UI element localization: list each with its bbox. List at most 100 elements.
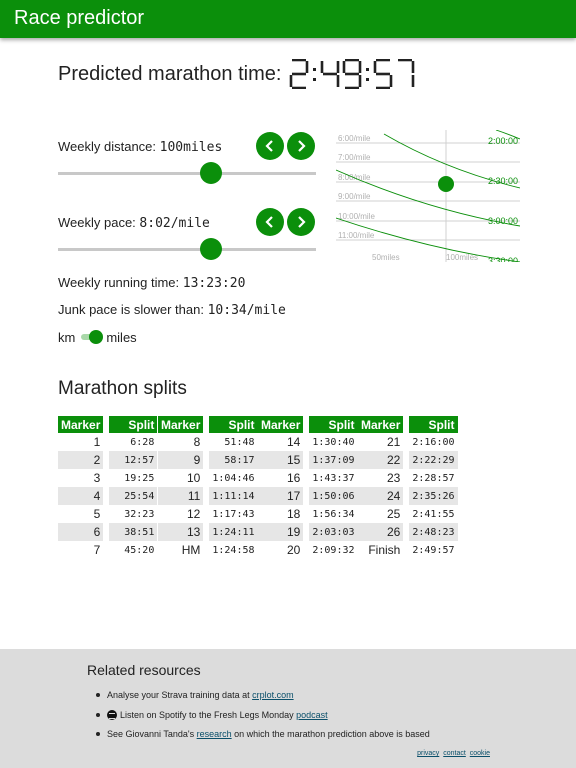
y-tick-label: 11:00/mile (338, 231, 375, 240)
units-toggle-thumb[interactable] (89, 330, 104, 344)
time-colon (364, 59, 371, 89)
split-marker: 26 (358, 523, 404, 541)
podcast-link[interactable]: podcast (296, 710, 328, 720)
cookie-link[interactable]: cookie (470, 750, 490, 757)
split-time: 2:35:26 (409, 487, 458, 505)
pace-row: Weekly pace: 8:02/mile (58, 215, 210, 231)
table-row: 21 2:16:00 (358, 433, 458, 451)
split-marker: 1 (93, 435, 101, 449)
table-row: 18 1:56:34 (258, 505, 358, 523)
split-time: 2:22:29 (409, 451, 458, 469)
pace-slider-track[interactable] (58, 248, 316, 251)
footer: Related resources Analyse your Strava tr… (0, 649, 576, 768)
table-row: 20 2:09:32 (258, 541, 358, 559)
table-row: Finish 2:49:57 (358, 541, 458, 559)
table-row: 10 1:04:46 (158, 469, 258, 487)
app-title: Race predictor (14, 7, 145, 29)
table-row: 12 1:17:43 (158, 505, 258, 523)
table-row: 9 58:17 (158, 451, 258, 469)
distance-increase-button[interactable] (287, 132, 315, 160)
split-time: 12:57 (109, 451, 158, 469)
pace-value: 8:02/mile (139, 216, 210, 231)
crplot-link[interactable]: crplot.com (252, 690, 294, 700)
prediction-chart[interactable]: 6:00/mile7:00/mile8:00/mile9:00/mile10:0… (336, 130, 520, 262)
units-km-label: km (58, 329, 76, 345)
current-prediction-point (438, 176, 454, 192)
split-marker: 4 (58, 487, 104, 505)
split-time: 1:37:09 (309, 451, 358, 469)
series-label: 3:00:00 (488, 216, 518, 226)
split-time: 58:17 (209, 451, 258, 469)
split-marker: 8 (193, 435, 201, 449)
split-marker: 10 (187, 471, 201, 485)
split-header: Split (109, 416, 158, 433)
distance-slider[interactable] (58, 162, 316, 184)
split-time: 1:43:37 (312, 472, 355, 484)
split-time: 1:17:43 (212, 508, 255, 520)
table-row: HM 1:24:58 (158, 541, 258, 559)
splits-table: Marker Split 1 6:28 2 12:57 3 19:25 4 25:54 5 32:23… (58, 416, 158, 559)
time-digit (398, 59, 415, 87)
split-time: 2:41:55 (412, 508, 455, 520)
split-time: 2:03:03 (309, 523, 358, 541)
time-digit (321, 61, 340, 87)
units-toggle[interactable] (79, 330, 104, 344)
split-time: 2:49:57 (412, 544, 455, 556)
split-time: 32:23 (124, 508, 155, 520)
split-marker: 19 (258, 523, 304, 541)
pace-increase-button[interactable] (287, 208, 315, 236)
split-time: 2:09:32 (312, 544, 355, 556)
split-time: 19:25 (124, 472, 155, 484)
split-time: 1:56:34 (312, 508, 355, 520)
splits-table: Marker Split 21 2:16:00 22 2:22:29 23 2:28:57 24… (358, 416, 458, 559)
split-time: 6:28 (130, 436, 155, 448)
pace-decrease-button[interactable] (256, 208, 284, 236)
distance-slider-thumb[interactable] (199, 162, 222, 184)
series-label: 2:30:00 (488, 176, 518, 186)
app-bar: Race predictor (0, 0, 576, 38)
chevron-left-icon (265, 140, 273, 152)
split-marker: 18 (287, 507, 301, 521)
table-row: 6 38:51 (58, 523, 158, 541)
split-time: 1:04:46 (212, 472, 255, 484)
units-toggle-row: km miles (58, 328, 137, 346)
split-marker: 16 (287, 471, 301, 485)
distance-slider-track[interactable] (58, 172, 316, 175)
split-marker: 13 (158, 523, 204, 541)
marker-header: Marker (158, 416, 204, 433)
split-header: Split (209, 416, 258, 433)
split-time: 1:30:40 (312, 436, 355, 448)
privacy-link[interactable]: privacy (417, 750, 439, 757)
pace-slider-thumb[interactable] (199, 238, 222, 260)
marker-header: Marker (58, 416, 104, 433)
resource-list: Analyse your Strava training data at crp… (96, 690, 430, 749)
split-time: 38:51 (109, 523, 158, 541)
split-marker: 14 (287, 435, 301, 449)
footer-title: Related resources (87, 662, 201, 678)
y-tick-label: 10:00/mile (338, 212, 375, 221)
split-marker: 21 (387, 435, 401, 449)
pace-slider[interactable] (58, 238, 316, 260)
table-row: 8 51:48 (158, 433, 258, 451)
chevron-right-icon (298, 140, 306, 152)
table-row: 17 1:50:06 (258, 487, 358, 505)
split-marker: 15 (258, 451, 304, 469)
running-time-label: Weekly running time: (58, 275, 180, 290)
split-time: 1:50:06 (309, 487, 358, 505)
table-row: 1 6:28 (58, 433, 157, 451)
split-time: 1:24:11 (209, 523, 258, 541)
series-label: 2:00:00 (488, 136, 518, 146)
distance-decrease-button[interactable] (256, 132, 284, 160)
split-marker: 11 (158, 487, 204, 505)
split-marker: 2 (58, 451, 104, 469)
table-row: 11 1:11:14 (158, 487, 258, 505)
resource-text: Listen on Spotify to the Fresh Legs Mond… (120, 709, 297, 720)
contact-link[interactable]: contact (443, 750, 466, 757)
resource-text: Analyse your Strava training data at (107, 690, 253, 700)
research-link[interactable]: research (197, 729, 232, 739)
split-time: 2:48:23 (409, 523, 458, 541)
split-marker: 22 (358, 451, 404, 469)
y-tick-label: 6:00/mile (338, 134, 371, 143)
footer-links: privacy contact cookie (415, 750, 490, 757)
time-digit (343, 59, 362, 89)
